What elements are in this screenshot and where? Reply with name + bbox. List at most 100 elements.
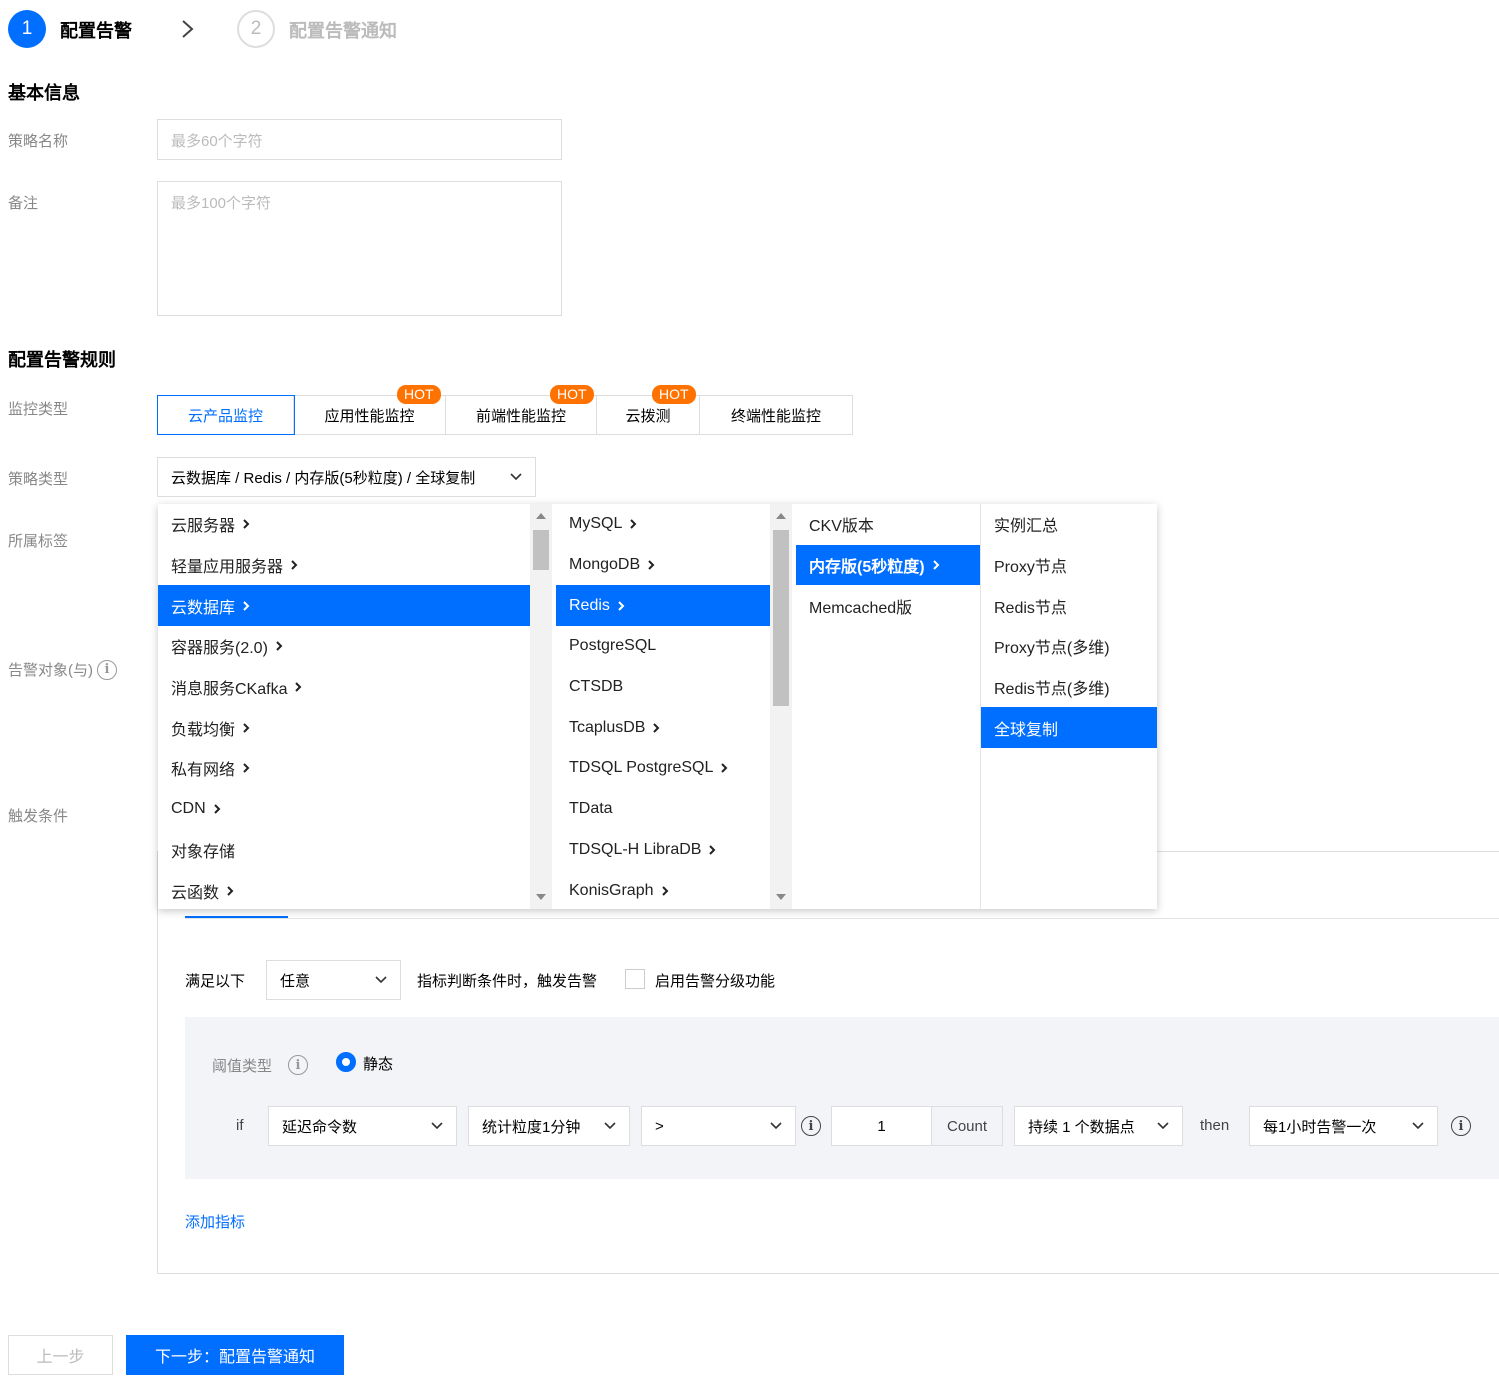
section-title-rules: 配置告警规则 xyxy=(8,350,116,370)
cascader-option[interactable]: 云函数 xyxy=(158,870,530,909)
scroll-thumb[interactable] xyxy=(773,530,789,706)
tab-dial-test[interactable]: HOT 云拨测 xyxy=(597,385,700,434)
chevron-right-icon xyxy=(213,804,221,814)
cascader-option[interactable]: TData xyxy=(556,789,770,830)
static-radio[interactable] xyxy=(336,1052,356,1072)
policy-name-input[interactable]: 最多60个字符 xyxy=(157,119,562,160)
info-icon[interactable]: i xyxy=(288,1055,308,1075)
cascader-option-label: CTSDB xyxy=(569,678,624,696)
cascader-option-label: TDSQL PostgreSQL xyxy=(569,759,714,777)
frequency-select[interactable]: 每1小时告警一次 xyxy=(1249,1106,1438,1146)
next-button[interactable]: 下一步：配置告警通知 xyxy=(126,1335,344,1375)
duration-value: 持续 1 个数据点 xyxy=(1028,1118,1135,1136)
cascader-option[interactable]: 轻量应用服务器 xyxy=(158,545,530,586)
policy-type-select[interactable]: 云数据库 / Redis / 内存版(5秒粒度) / 全球复制 xyxy=(157,457,536,497)
scroll-thumb[interactable] xyxy=(533,530,549,570)
tab-label: 云拨测 xyxy=(625,407,671,425)
section-title-basic: 基本信息 xyxy=(8,83,80,103)
scroll-down-icon[interactable] xyxy=(776,894,786,900)
cascader-option[interactable]: CKV版本 xyxy=(796,504,980,545)
cascader-option-label: 云服务器 xyxy=(171,518,236,536)
step-2-indicator: 2 xyxy=(237,10,275,48)
operator-select[interactable]: > xyxy=(641,1106,796,1146)
tab-cloud-product[interactable]: 云产品监控 xyxy=(157,395,295,435)
cascader-option[interactable]: Redis节点(多维) xyxy=(981,667,1157,708)
cascader-option[interactable]: TDSQL-H LibraDB xyxy=(556,830,770,871)
duration-select[interactable]: 持续 1 个数据点 xyxy=(1014,1106,1183,1146)
tab-label: 终端性能监控 xyxy=(730,407,821,425)
cascader-option[interactable]: 云服务器 xyxy=(158,504,530,545)
cascader-option-label: CKV版本 xyxy=(809,518,874,536)
chevron-right-icon xyxy=(243,723,250,733)
cascader-option[interactable]: 消息服务CKafka xyxy=(158,667,530,708)
cascader-col-2: MySQL MongoDB Redis PostgreSQL CTSDB TcaplusD… xyxy=(556,504,770,909)
hot-badge: HOT xyxy=(397,385,441,404)
tab-apm[interactable]: HOT 应用性能监控 xyxy=(294,385,446,434)
cascader-option-label: 云函数 xyxy=(171,884,220,902)
cascader-option-label: Proxy节点(多维) xyxy=(994,640,1110,658)
chevron-down-icon xyxy=(604,1122,616,1130)
tag-label: 所属标签 xyxy=(8,533,69,550)
scroll-up-icon[interactable] xyxy=(776,513,786,519)
cascader-option-label: 轻量应用服务器 xyxy=(171,559,284,577)
cascader-option[interactable]: 全球复制 xyxy=(981,707,1157,749)
policy-type-cascader: 云服务器轻量应用服务器 云数据库容器服务(2.0) 消息服务CKafka 负载均衡私有… xyxy=(158,504,1157,909)
threshold-input[interactable]: 1 xyxy=(831,1106,932,1146)
chevron-down-icon xyxy=(1157,1122,1169,1130)
scrollbar[interactable] xyxy=(770,504,792,909)
info-icon[interactable]: i xyxy=(801,1116,821,1136)
cascader-option[interactable]: Proxy节点(多维) xyxy=(981,626,1157,667)
cascader-option[interactable]: Proxy节点 xyxy=(981,545,1157,586)
chevron-right-icon xyxy=(295,682,302,692)
satisfy-select[interactable]: 任意 xyxy=(266,960,401,1000)
metric-value: 延迟命令数 xyxy=(282,1118,358,1136)
cascader-option[interactable]: 对象存储 xyxy=(158,830,530,871)
cascader-option[interactable]: KonisGraph xyxy=(556,870,770,909)
grading-checkbox[interactable] xyxy=(625,969,645,989)
cascader-option-label: Memcached版 xyxy=(809,599,913,617)
cascader-option-label: 容器服务(2.0) xyxy=(171,640,268,658)
info-icon[interactable]: i xyxy=(97,659,117,680)
metric-select[interactable]: 延迟命令数 xyxy=(268,1106,457,1146)
remark-textarea[interactable]: 最多100个字符 xyxy=(157,181,562,316)
monitor-type-tabs: 云产品监控 HOT 应用性能监控 HOT 前端性能监控 HOT 云拨测 终端性能监控 xyxy=(157,385,853,435)
prev-button[interactable]: 上一步 xyxy=(8,1335,113,1375)
granularity-select[interactable]: 统计粒度1分钟 xyxy=(468,1106,630,1146)
cascader-option[interactable]: CDN xyxy=(158,789,530,830)
satisfy-value: 任意 xyxy=(280,972,311,990)
cascader-option[interactable]: PostgreSQL xyxy=(556,626,770,667)
chevron-right-icon xyxy=(648,560,655,570)
cascader-option[interactable]: 负载均衡 xyxy=(158,707,530,748)
chevron-right-icon xyxy=(243,601,250,611)
cascader-option-label: 负载均衡 xyxy=(171,721,236,739)
cascader-option[interactable]: Memcached版 xyxy=(796,585,980,626)
cascader-option[interactable]: MongoDB xyxy=(556,545,770,586)
grading-label: 启用告警分级功能 xyxy=(655,973,776,990)
cascader-option[interactable]: 实例汇总 xyxy=(981,504,1157,545)
then-label: then xyxy=(1200,1117,1230,1134)
cascader-option[interactable]: TDSQL PostgreSQL xyxy=(556,748,770,789)
cascader-option[interactable]: 私有网络 xyxy=(158,748,530,789)
cascader-option[interactable]: MySQL xyxy=(556,504,770,545)
cascader-option[interactable]: TcaplusDB xyxy=(556,707,770,748)
tab-terminal[interactable]: 终端性能监控 xyxy=(700,396,852,434)
tab-divider xyxy=(185,918,1499,919)
cascader-option-label: 云数据库 xyxy=(171,599,236,617)
cascader-option[interactable]: 云数据库 xyxy=(158,585,530,627)
cascader-option[interactable]: Redis xyxy=(556,585,770,627)
tab-label: 前端性能监控 xyxy=(475,407,566,425)
info-icon[interactable]: i xyxy=(1451,1116,1471,1136)
add-metric-link[interactable]: 添加指标 xyxy=(185,1211,245,1232)
chevron-down-icon xyxy=(375,976,387,984)
cascader-option[interactable]: Redis节点 xyxy=(981,585,1157,626)
scroll-up-icon[interactable] xyxy=(536,513,546,519)
chevron-down-icon xyxy=(510,473,522,481)
cascader-option-label: 内存版(5秒粒度) xyxy=(809,559,925,577)
scrollbar[interactable] xyxy=(530,504,552,909)
cascader-option[interactable]: CTSDB xyxy=(556,667,770,708)
cascader-option[interactable]: 容器服务(2.0) xyxy=(158,626,530,667)
cascader-option[interactable]: 内存版(5秒粒度) xyxy=(796,544,980,586)
tab-frontend[interactable]: HOT 前端性能监控 xyxy=(446,385,597,434)
scroll-down-icon[interactable] xyxy=(536,894,546,900)
policy-name-label: 策略名称 xyxy=(8,133,69,150)
